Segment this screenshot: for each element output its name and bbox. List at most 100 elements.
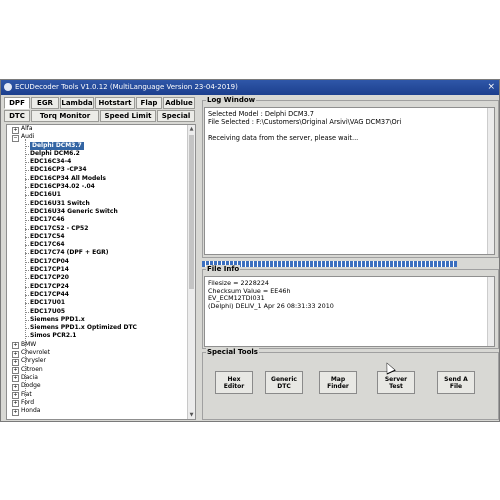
title-bar[interactable]: ECUDecoder Tools V1.0.12 (MultiLanguage …: [1, 80, 499, 95]
log-scrollbar[interactable]: [487, 108, 494, 254]
tree-node-label: EDC17C46: [30, 216, 65, 224]
tree-node-manufacturer[interactable]: + BMW: [7, 340, 187, 350]
tree-node-ecu[interactable]: EDC16U34 Generic Switch: [7, 208, 187, 216]
tab-lambda[interactable]: Lambda: [60, 97, 94, 109]
tree-node-ecu[interactable]: EDC16CP3 -CP34: [7, 166, 187, 174]
tree-node-ecu[interactable]: EDC17U01: [7, 299, 187, 307]
tab-speed-limit[interactable]: Speed Limit: [100, 110, 156, 122]
special-tools-label: Special Tools: [206, 348, 259, 356]
tree-node-ecu[interactable]: Delphi DCM6.2: [7, 150, 187, 158]
tree-node-label: EDC17U05: [30, 307, 66, 315]
server-test-button[interactable]: Server Test: [377, 371, 415, 394]
tab-hotstart[interactable]: Hotstart: [95, 97, 135, 109]
tab-flap[interactable]: Flap: [136, 97, 162, 109]
tree-node-label: Siemens PPD1.x Optimized DTC: [30, 324, 137, 332]
log-window-label: Log Window: [206, 96, 257, 104]
tree-node-manufacturer[interactable]: + Alfa: [7, 125, 187, 134]
log-textbox[interactable]: Selected Model : Delphi DCM3.7 File Selec…: [204, 107, 495, 255]
tree-node-ecu[interactable]: EDC17C74 (DPF + EGR): [7, 249, 187, 257]
tree-node-manufacturer[interactable]: + Dacia: [7, 374, 187, 383]
tree-node-ecu[interactable]: EDC17C54: [7, 233, 187, 241]
app-window: ECUDecoder Tools V1.0.12 (MultiLanguage …: [0, 79, 500, 422]
tab-adblue[interactable]: Adblue: [163, 97, 195, 109]
tab-dpf[interactable]: DPF: [4, 97, 30, 109]
tree-node-label: EDC16C34-4: [30, 158, 72, 166]
tree-node-manufacturer[interactable]: − Audi: [7, 133, 187, 142]
tree-node-ecu[interactable]: EDC17C46: [7, 216, 187, 224]
generic-dtc-button[interactable]: Generic DTC: [265, 371, 303, 394]
tree-node-label: Audi: [21, 133, 35, 141]
tree-node-label: EDC17C74 (DPF + EGR): [30, 249, 109, 257]
tool-button-label: Server Test: [384, 375, 408, 390]
tree-node-label: Honda: [21, 407, 41, 415]
tree-node-label: EDC17CP24: [30, 282, 69, 290]
file-info-textbox[interactable]: Filesize = 2228224 Checksum Value = EE46h…: [204, 276, 495, 347]
tree-node-label: EDC17CP44: [30, 290, 69, 298]
tree-node-label: Delphi DCM6.2: [30, 149, 80, 157]
tree-node-label: EDC17C64: [30, 241, 65, 249]
tree-node-ecu[interactable]: EDC17CP14: [7, 266, 187, 274]
map-finder-button[interactable]: Map Finder: [319, 371, 357, 394]
tool-button-label: Hex Editor: [223, 375, 245, 390]
tree-node-manufacturer[interactable]: + Dodge: [7, 382, 187, 391]
tab-special[interactable]: Special: [157, 110, 195, 122]
tree-node-ecu[interactable]: EDC17U05: [7, 308, 187, 316]
tool-button-label: Send A File: [444, 375, 468, 390]
scroll-up-icon[interactable]: ▲: [188, 125, 195, 133]
log-line: Receiving data from the server, please w…: [208, 134, 359, 142]
tree-node-ecu[interactable]: EDC16CP34 All Models: [7, 175, 187, 183]
tool-button-label: Map Finder: [327, 375, 349, 390]
tree-node-ecu[interactable]: EDC17CP24: [7, 283, 187, 291]
tree-node-ecu[interactable]: EDC17CP44: [7, 291, 187, 299]
file-info-scrollbar[interactable]: [487, 277, 494, 346]
tab-torq-monitor[interactable]: Torq Monitor: [31, 110, 99, 122]
tree-node-ecu[interactable]: EDC17CP04: [7, 258, 187, 266]
tree-node-label: EDC16CP34.02 -.04: [30, 183, 95, 191]
tree-list: + Alfa − Audi Delphi DCM3.7 Delphi DCM6.2 EDC1…: [7, 125, 187, 416]
log-line: Selected Model : Delphi DCM3.7: [208, 110, 315, 118]
tree-node-manufacturer[interactable]: + Chevrolet: [7, 349, 187, 358]
tree-node-manufacturer[interactable]: + Chrysler: [7, 357, 187, 366]
ecu-tree[interactable]: + Alfa − Audi Delphi DCM3.7 Delphi DCM6.2 EDC1…: [6, 124, 196, 420]
tree-node-ecu[interactable]: EDC17CP20: [7, 274, 187, 282]
tree-node-ecu[interactable]: EDC17C52 - CP52: [7, 225, 187, 233]
tree-node-label: Siemens PPD1.x: [30, 315, 85, 323]
tree-node-ecu[interactable]: Delphi DCM3.7: [7, 141, 187, 150]
tree-node-ecu[interactable]: EDC16C34-4: [7, 158, 187, 166]
tab-row-primary: DPF EGR Lambda Hotstart Flap Adblue: [4, 97, 195, 109]
tree-node-label: Chrysler: [21, 357, 46, 365]
tree-node-label: EDC16CP3 -CP34: [30, 166, 87, 174]
tree-node-label: Delphi DCM3.7: [30, 141, 84, 150]
tree-node-ecu[interactable]: Siemens PPD1.x: [7, 316, 187, 324]
tree-node-label: EDC17CP04: [30, 257, 69, 265]
scroll-down-icon[interactable]: ▼: [188, 411, 195, 419]
tree-node-manufacturer[interactable]: + Citroen: [7, 366, 187, 375]
tree-node-ecu[interactable]: Siemens PPD1.x Optimized DTC: [7, 324, 187, 332]
tree-node-ecu[interactable]: EDC16CP34.02 -.04: [7, 183, 187, 191]
tree-node-label: EDC16U34 Generic Switch: [30, 207, 118, 215]
tree-node-ecu[interactable]: Simos PCR2.1: [7, 332, 187, 340]
tab-egr[interactable]: EGR: [31, 97, 59, 109]
app-icon: [4, 83, 12, 91]
tree-node-label: BMW: [21, 340, 37, 348]
expand-icon[interactable]: +: [12, 408, 19, 416]
tree-node-ecu[interactable]: EDC17C64: [7, 241, 187, 249]
tree-node-manufacturer[interactable]: + Honda: [7, 407, 187, 416]
tree-node-ecu[interactable]: EDC16U1: [7, 191, 187, 199]
tree-node-ecu[interactable]: EDC16U31 Switch: [7, 200, 187, 208]
file-info-line: (Delphi) DELIV_1 Apr 26 08:31:33 2010: [208, 301, 334, 310]
progress-bar: [202, 261, 457, 267]
hex-editor-button[interactable]: Hex Editor: [215, 371, 253, 394]
tree-node-manufacturer[interactable]: + Ford: [7, 399, 187, 408]
tab-row-secondary: DTC Torq Monitor Speed Limit Special: [4, 110, 195, 122]
tree-node-label: EDC16U31 Switch: [30, 199, 90, 207]
tree-scrollbar[interactable]: ▲ ▼: [187, 125, 195, 419]
window-title: ECUDecoder Tools V1.0.12 (MultiLanguage …: [15, 83, 238, 91]
send-a-file-button[interactable]: Send A File: [437, 371, 475, 394]
tree-node-manufacturer[interactable]: + Fiat: [7, 391, 187, 399]
tree-scroll-thumb[interactable]: [189, 135, 194, 289]
tab-dtc[interactable]: DTC: [4, 110, 30, 122]
tree-node-label: Simos PCR2.1: [30, 332, 77, 340]
close-icon[interactable]: ×: [487, 80, 495, 95]
tree-node-label: EDC17CP14: [30, 266, 69, 274]
